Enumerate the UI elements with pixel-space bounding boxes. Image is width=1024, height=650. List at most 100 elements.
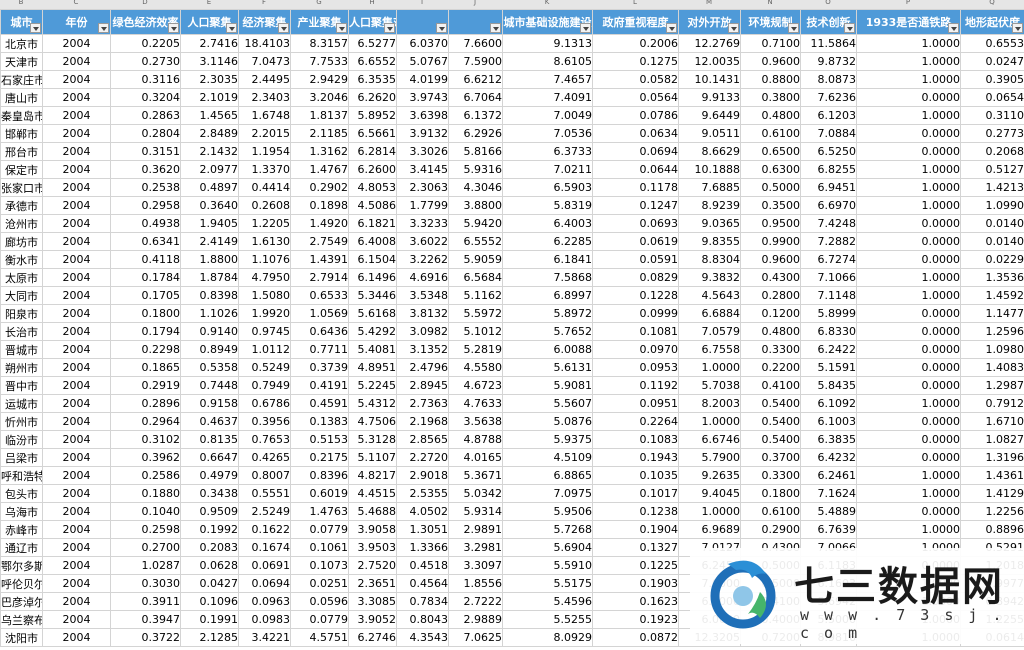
table-cell[interactable]: 6.5661 xyxy=(348,124,397,143)
table-cell[interactable]: 0.4564 xyxy=(396,574,449,593)
table-cell[interactable]: 7.6600 xyxy=(448,34,503,53)
table-cell[interactable]: 9.0511 xyxy=(678,124,741,143)
table-cell[interactable]: 0.3500 xyxy=(740,196,801,215)
table-cell[interactable]: 4.3046 xyxy=(448,178,503,197)
table-cell[interactable]: 5.8999 xyxy=(800,304,857,323)
filter-dropdown-icon[interactable] xyxy=(336,23,347,33)
table-cell[interactable]: 4.5086 xyxy=(348,196,397,215)
column-letter[interactable]: D xyxy=(110,0,180,6)
table-cell[interactable]: 0.1083 xyxy=(592,430,679,449)
table-cell[interactable]: 8.0929 xyxy=(502,628,593,647)
table-cell[interactable]: 0.1247 xyxy=(592,196,679,215)
table-cell[interactable]: 邢台市 xyxy=(0,142,43,161)
column-letter[interactable]: B xyxy=(0,0,42,6)
table-cell[interactable]: 3.4145 xyxy=(396,160,449,179)
table-cell[interactable]: 0.1327 xyxy=(592,538,679,557)
table-cell[interactable]: 0.1061 xyxy=(290,538,349,557)
table-cell[interactable]: 2.7363 xyxy=(396,394,449,413)
table-cell[interactable]: 3.1352 xyxy=(396,340,449,359)
table-cell[interactable]: 1.2205 xyxy=(238,214,291,233)
table-cell[interactable]: 5.5255 xyxy=(502,610,593,629)
table-cell[interactable]: 9.3832 xyxy=(678,268,741,287)
table-cell[interactable]: 临汾市 xyxy=(0,430,43,449)
table-cell[interactable]: 6.1496 xyxy=(348,268,397,287)
table-cell[interactable]: 5.5910 xyxy=(502,556,593,575)
table-cell[interactable]: 3.9132 xyxy=(396,124,449,143)
table-cell[interactable]: 1.1076 xyxy=(238,250,291,269)
table-cell[interactable]: 0.0564 xyxy=(592,88,679,107)
table-cell[interactable]: 0.2298 xyxy=(110,340,181,359)
table-cell[interactable]: 5.9081 xyxy=(502,376,593,395)
table-cell[interactable]: 9.1313 xyxy=(502,34,593,53)
column-letter[interactable]: N xyxy=(740,0,800,6)
table-cell[interactable]: 2004 xyxy=(42,268,111,287)
table-cell[interactable]: 5.7268 xyxy=(502,520,593,539)
table-cell[interactable]: 6.9451 xyxy=(800,178,857,197)
table-cell[interactable]: 2.8489 xyxy=(180,124,239,143)
header-cell[interactable] xyxy=(448,9,503,35)
table-cell[interactable]: 6.2814 xyxy=(348,142,397,161)
table-cell[interactable]: 2004 xyxy=(42,70,111,89)
table-cell[interactable]: 2004 xyxy=(42,538,111,557)
table-cell[interactable]: 0.3640 xyxy=(180,196,239,215)
table-cell[interactable]: 5.9059 xyxy=(448,250,503,269)
table-cell[interactable]: 张家口市 xyxy=(0,178,43,197)
table-cell[interactable]: 6.7639 xyxy=(800,520,857,539)
table-cell[interactable]: 0.0000 xyxy=(856,250,961,269)
table-cell[interactable]: 1.2987 xyxy=(960,376,1024,395)
table-cell[interactable]: 0.1705 xyxy=(110,286,181,305)
table-cell[interactable]: 0.0953 xyxy=(592,358,679,377)
table-cell[interactable]: 1.0000 xyxy=(856,286,961,305)
table-cell[interactable]: 0.8043 xyxy=(396,610,449,629)
filter-dropdown-icon[interactable] xyxy=(844,23,855,33)
table-cell[interactable]: 2004 xyxy=(42,160,111,179)
table-cell[interactable]: 1.9920 xyxy=(238,304,291,323)
header-cell[interactable]: 环境规制 xyxy=(740,9,801,35)
table-cell[interactable]: 1.4391 xyxy=(290,250,349,269)
table-cell[interactable]: 0.3300 xyxy=(740,466,801,485)
table-cell[interactable]: 0.6647 xyxy=(180,448,239,467)
table-cell[interactable]: 2.4149 xyxy=(180,232,239,251)
table-cell[interactable]: 1.6710 xyxy=(960,412,1024,431)
header-cell[interactable]: 经济聚集 xyxy=(238,9,291,35)
table-cell[interactable]: 1.0000 xyxy=(856,178,961,197)
table-cell[interactable]: 6.8865 xyxy=(502,466,593,485)
table-cell[interactable]: 0.1800 xyxy=(110,304,181,323)
table-cell[interactable]: 0.8396 xyxy=(290,466,349,485)
table-cell[interactable]: 0.2205 xyxy=(110,34,181,53)
table-cell[interactable]: 5.0767 xyxy=(396,52,449,71)
table-cell[interactable]: 5.4596 xyxy=(502,592,593,611)
table-cell[interactable]: 9.6449 xyxy=(678,106,741,125)
table-cell[interactable]: 4.7633 xyxy=(448,394,503,413)
table-cell[interactable]: 7.2882 xyxy=(800,232,857,251)
table-cell[interactable]: 0.1383 xyxy=(290,412,349,431)
table-cell[interactable]: 晋城市 xyxy=(0,340,43,359)
table-cell[interactable]: 乌海市 xyxy=(0,502,43,521)
table-cell[interactable]: 5.8166 xyxy=(448,142,503,161)
table-cell[interactable]: 7.7533 xyxy=(290,52,349,71)
table-cell[interactable]: 0.0000 xyxy=(856,502,961,521)
table-cell[interactable]: 9.9133 xyxy=(678,88,741,107)
table-cell[interactable]: 包头市 xyxy=(0,484,43,503)
table-cell[interactable]: 5.0876 xyxy=(502,412,593,431)
table-cell[interactable]: 3.5638 xyxy=(448,412,503,431)
filter-dropdown-icon[interactable] xyxy=(226,23,237,33)
table-cell[interactable]: 0.1923 xyxy=(592,610,679,629)
table-cell[interactable]: 0.1674 xyxy=(238,538,291,557)
table-cell[interactable]: 6.2600 xyxy=(348,160,397,179)
table-cell[interactable]: 0.1228 xyxy=(592,286,679,305)
column-letter[interactable]: K xyxy=(502,0,592,6)
table-cell[interactable]: 秦皇岛市 xyxy=(0,106,43,125)
table-cell[interactable]: 18.4103 xyxy=(238,34,291,53)
table-cell[interactable]: 邯郸市 xyxy=(0,124,43,143)
table-cell[interactable]: 4.0199 xyxy=(396,70,449,89)
table-cell[interactable]: 2004 xyxy=(42,466,111,485)
table-cell[interactable]: 0.0140 xyxy=(960,214,1024,233)
table-cell[interactable]: 1.0980 xyxy=(960,340,1024,359)
table-cell[interactable]: 0.0427 xyxy=(180,574,239,593)
table-cell[interactable]: 6.4232 xyxy=(800,448,857,467)
column-letter[interactable]: F xyxy=(238,0,290,6)
table-cell[interactable]: 3.9503 xyxy=(348,538,397,557)
column-letter[interactable]: O xyxy=(800,0,856,6)
table-cell[interactable]: 2.1019 xyxy=(180,88,239,107)
